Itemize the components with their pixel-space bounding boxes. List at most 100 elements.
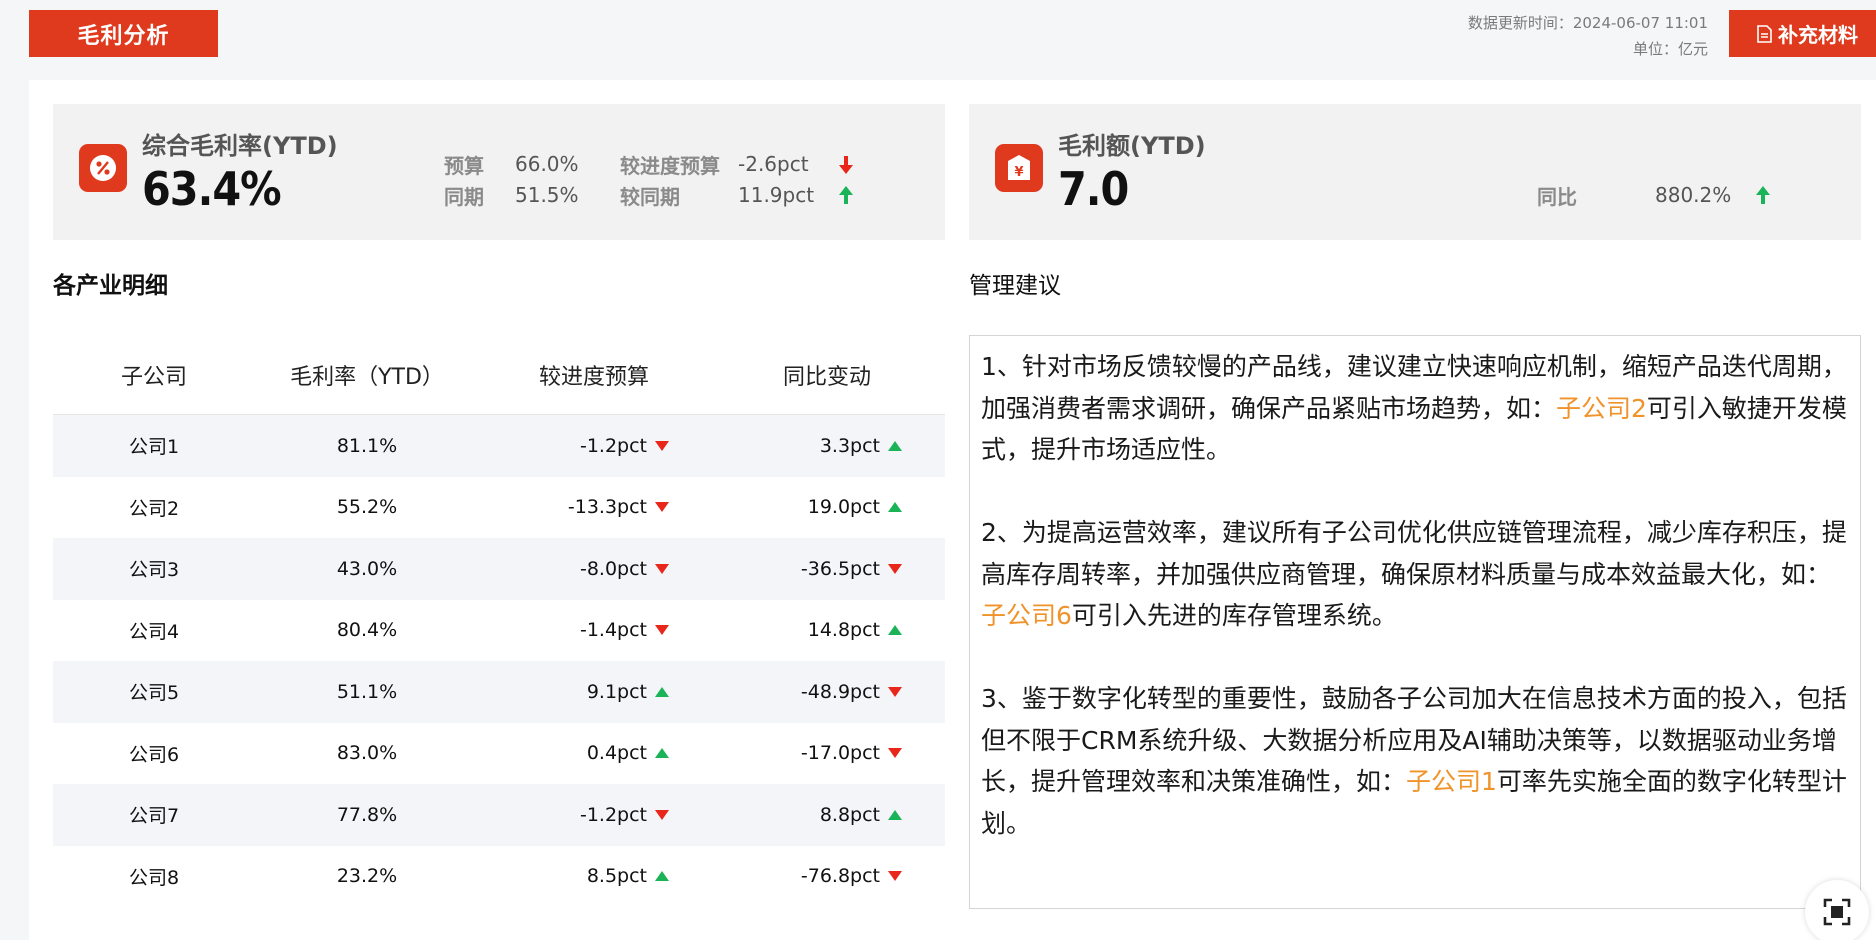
trend-down-icon (888, 563, 902, 574)
advice-highlight: 子公司1 (1406, 767, 1497, 796)
subsidiary-table: 子公司 毛利率（YTD） 较进度预算 同比变动 公司1 81.1% -1.2pct 3… (53, 335, 945, 907)
cell-yoy: -36.5pct (709, 558, 945, 580)
table-row: 公司8 23.2% 8.5pct -76.8pct (53, 846, 945, 908)
budget-label: 预算 (444, 154, 484, 178)
kpi-card-margin-amount: ¥ 毛利额(YTD) 7.0 同比 880.2% (969, 104, 1861, 240)
column-header-vs-budget: 较进度预算 (538, 364, 649, 390)
advice-section-title: 管理建议 (969, 273, 1061, 299)
yoy-value: 3.3pct (819, 434, 880, 457)
cell-yoy: 14.8pct (709, 619, 945, 641)
update-time: 数据更新时间：2024-06-07 11:01 (1467, 14, 1708, 32)
cell-margin: 43.0% (336, 557, 398, 580)
trend-up-icon (655, 871, 669, 882)
cell-margin: 81.1% (336, 434, 398, 457)
vs-budget-value: -1.2pct (579, 803, 647, 826)
table-row: 公司4 80.4% -1.4pct 14.8pct (53, 600, 945, 662)
vs-budget-value: -8.0pct (579, 557, 647, 580)
advice-text: 可引入先进的库存管理系统。 (1071, 601, 1397, 630)
kpi-value: 7.0 (1058, 162, 1129, 216)
kpi-value: 63.4% (142, 162, 282, 216)
yoy-value: 14.8pct (807, 619, 880, 642)
advice-box: 1、针对市场反馈较慢的产品线，建议建立快速响应机制，缩短产品迭代周期，加强消费者… (969, 335, 1861, 909)
column-header-company: 子公司 (120, 364, 187, 390)
yoy-value: 880.2% (1655, 183, 1732, 207)
detail-section-title: 各产业明细 (53, 273, 168, 299)
cell-yoy: -76.8pct (709, 865, 945, 887)
trend-down-icon (655, 809, 669, 820)
table-row: 公司2 55.2% -13.3pct 19.0pct (53, 477, 945, 539)
cell-company: 公司4 (128, 620, 180, 643)
cell-margin: 80.4% (336, 619, 398, 642)
cell-vs-budget: -1.2pct (479, 435, 709, 457)
cell-company: 公司1 (128, 436, 180, 459)
money-bag-icon: ¥ (995, 144, 1043, 192)
table-row: 公司7 77.8% -1.2pct 8.8pct (53, 784, 945, 846)
column-header-yoy: 同比变动 (782, 364, 871, 390)
vs-budget-value: 8.5pct (586, 865, 647, 888)
yoy-label: 同比 (1537, 185, 1577, 209)
supplement-button[interactable]: 补充材料 (1729, 10, 1876, 57)
fullscreen-button[interactable] (1805, 880, 1869, 940)
advice-highlight: 子公司6 (981, 601, 1072, 630)
table-header: 子公司 毛利率（YTD） 较进度预算 同比变动 (53, 335, 945, 415)
table-row: 公司6 83.0% 0.4pct -17.0pct (53, 723, 945, 785)
arrow-down-icon (839, 156, 853, 174)
cell-company: 公司8 (128, 866, 180, 889)
vs-budget-label: 较进度预算 (620, 154, 720, 178)
yoy-value: -76.8pct (800, 865, 880, 888)
fullscreen-icon (1823, 898, 1851, 926)
cell-yoy: -17.0pct (709, 742, 945, 764)
cell-margin: 23.2% (336, 865, 398, 888)
yoy-value: 19.0pct (807, 496, 880, 519)
trend-down-icon (655, 625, 669, 636)
cell-vs-budget: 8.5pct (479, 865, 709, 887)
advice-item: 2、为提高运营效率，建议所有子公司优化供应链管理流程，减少库存积压，提高库存周转… (981, 512, 1850, 637)
vs-prior-value: 11.9pct (738, 183, 815, 207)
trend-up-icon (888, 502, 902, 513)
advice-highlight: 子公司2 (1556, 393, 1647, 423)
table-row: 公司5 51.1% 9.1pct -48.9pct (53, 661, 945, 723)
budget-value: 66.0% (515, 152, 579, 176)
vs-budget-value: -2.6pct (738, 152, 809, 176)
cell-yoy: -48.9pct (709, 681, 945, 703)
cell-vs-budget: -13.3pct (479, 496, 709, 518)
kpi-card-margin-rate: 综合毛利率(YTD) 63.4% 预算 66.0% 同期 51.5% 较进度预算… (53, 104, 945, 240)
trend-down-icon (655, 440, 669, 451)
arrow-up-icon (1756, 186, 1770, 204)
cell-vs-budget: 0.4pct (479, 742, 709, 764)
cell-company: 公司3 (128, 559, 180, 582)
cell-yoy: 8.8pct (709, 804, 945, 826)
trend-down-icon (655, 502, 669, 513)
cell-company: 公司5 (128, 682, 180, 705)
trend-down-icon (888, 748, 902, 759)
vs-budget-value: -1.2pct (579, 434, 647, 457)
cell-yoy: 19.0pct (709, 496, 945, 518)
yoy-value: -48.9pct (800, 680, 880, 703)
page-title-tab[interactable]: 毛利分析 (29, 10, 218, 57)
cell-margin: 55.2% (336, 496, 398, 519)
document-icon (1757, 24, 1772, 43)
trend-down-icon (888, 686, 902, 697)
trend-up-icon (888, 625, 902, 636)
prior-value: 51.5% (515, 183, 579, 207)
cell-yoy: 3.3pct (709, 435, 945, 457)
trend-down-icon (888, 871, 902, 882)
header-meta: 数据更新时间：2024-06-07 11:01 单位：亿元 (1468, 10, 1708, 62)
trend-up-icon (888, 809, 902, 820)
cell-margin: 51.1% (336, 680, 398, 703)
trend-up-icon (655, 686, 669, 697)
advice-item: 3、鉴于数字化转型的重要性，鼓励各子公司加大在信息技术方面的投入，包括但不限于C… (981, 678, 1850, 844)
percent-badge-icon (79, 144, 127, 192)
trend-down-icon (655, 563, 669, 574)
advice-item: 1、针对市场反馈较慢的产品线，建议建立快速响应机制，缩短产品迭代周期，加强消费者… (981, 346, 1850, 471)
yoy-value: -17.0pct (800, 742, 880, 765)
arrow-up-icon (839, 186, 853, 204)
vs-prior-label: 较同期 (620, 185, 680, 209)
yoy-value: 8.8pct (819, 803, 880, 826)
kpi-title: 综合毛利率(YTD) (142, 132, 338, 160)
cell-vs-budget: -1.4pct (479, 619, 709, 641)
vs-budget-value: 0.4pct (586, 742, 647, 765)
cell-vs-budget: -1.2pct (479, 804, 709, 826)
trend-up-icon (888, 440, 902, 451)
vs-budget-value: 9.1pct (586, 680, 647, 703)
